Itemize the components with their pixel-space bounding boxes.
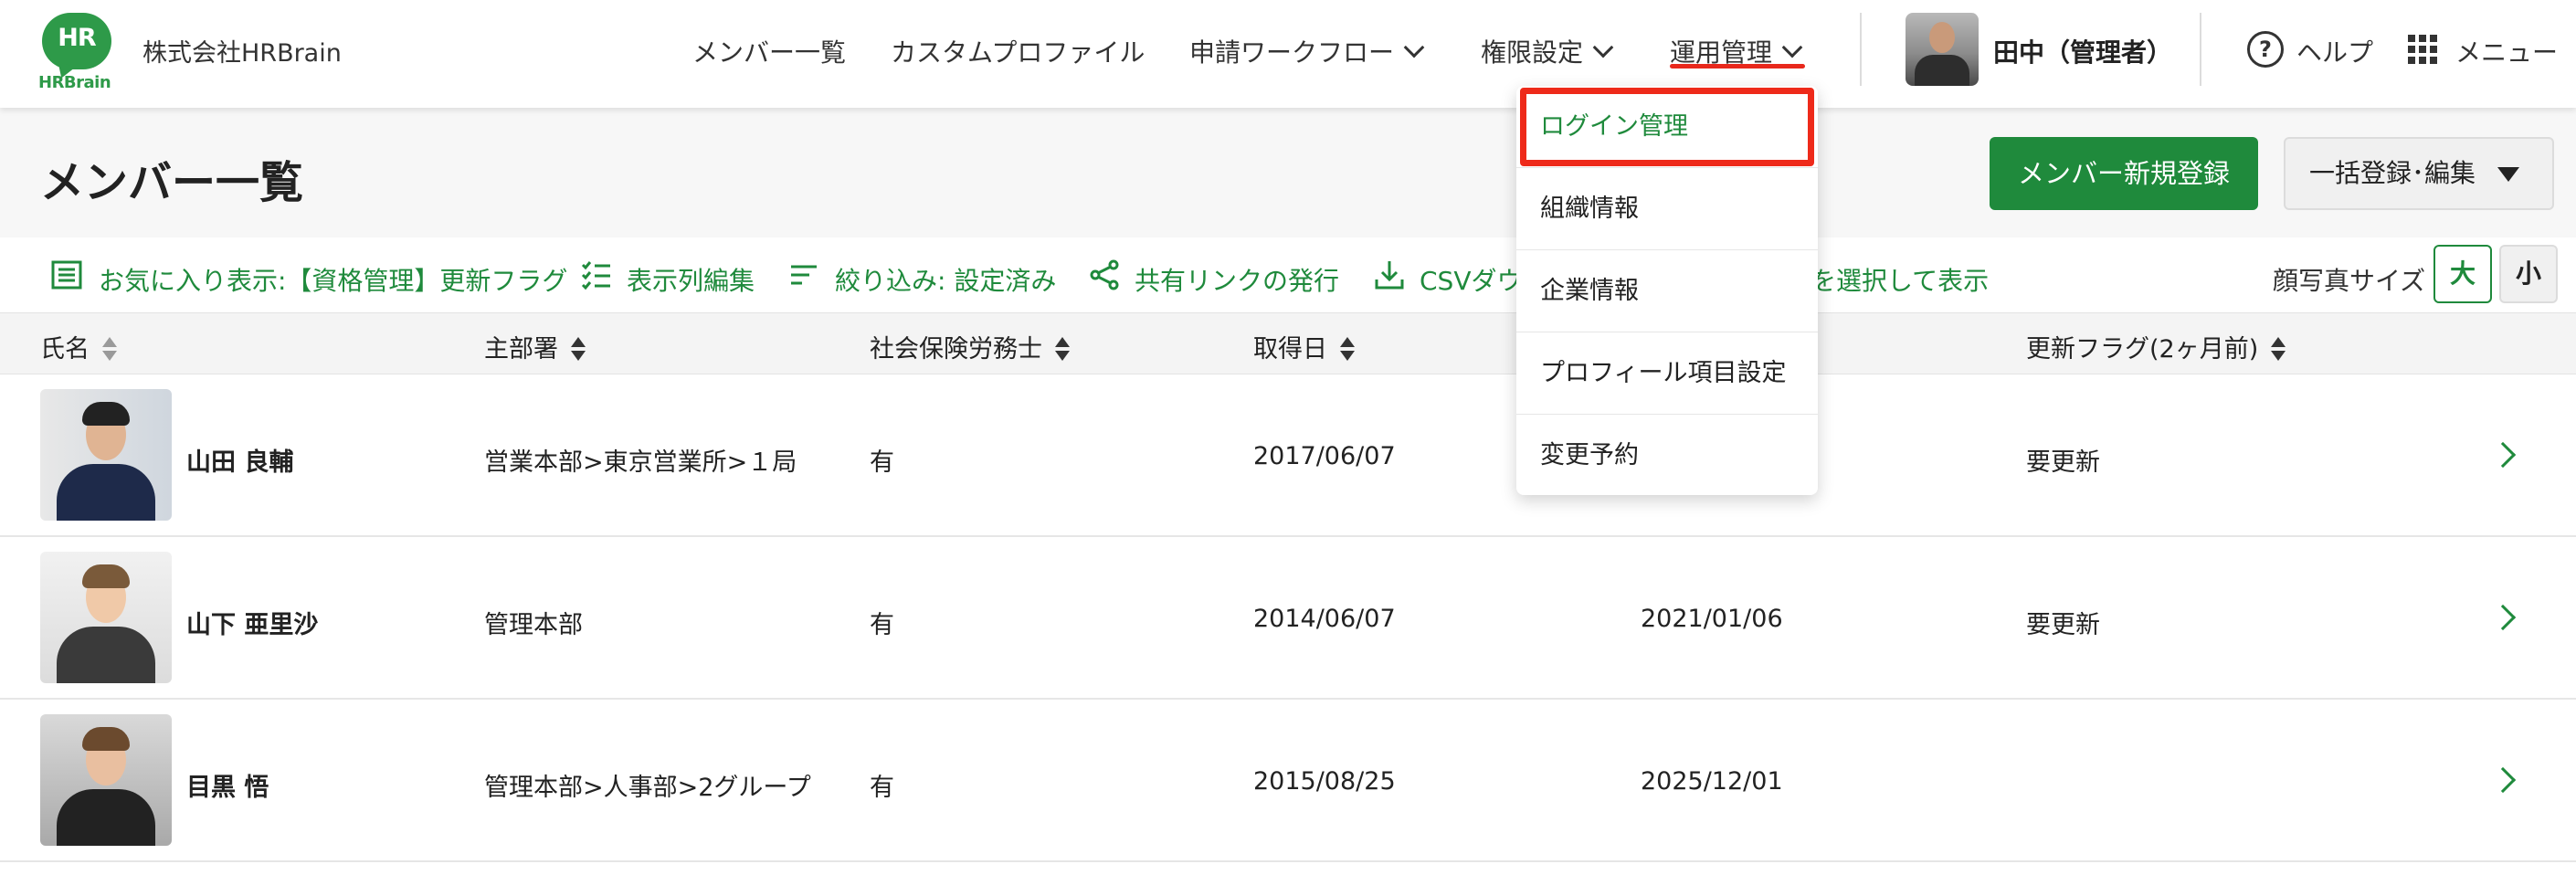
nav-label: カスタムプロファイル (891, 37, 1145, 68)
member-renewal-flag: 要更新 (2026, 448, 2100, 477)
photo-size-large-button[interactable]: 大 (2433, 245, 2492, 303)
nav-label: 申請ワークフロー (1189, 37, 1395, 68)
favorite-view-link[interactable]: お気に入り表示:【資格管理】更新フラグ (99, 261, 567, 298)
photo-suit (57, 789, 155, 846)
nav-custom-profile[interactable]: カスタムプロファイル (891, 33, 1145, 69)
filter-link[interactable]: 絞り込み: 設定済み (835, 261, 1056, 298)
nav-workflow[interactable]: 申請ワークフロー (1189, 33, 1425, 69)
member-name[interactable]: 目黒 悟 (186, 767, 269, 803)
member-department: 営業本部>東京営業所>１局 (484, 448, 797, 477)
share-icon (1090, 259, 1119, 290)
menu-item-profile-settings[interactable]: プロフィール項目設定 (1516, 332, 1818, 415)
caret-down-icon (2497, 167, 2519, 182)
grid-menu-icon[interactable] (2408, 35, 2437, 64)
column-header-department[interactable]: 主部署 (484, 329, 586, 364)
help-icon[interactable]: ? (2247, 31, 2284, 68)
member-qualification: 有 (870, 774, 894, 802)
menu-link[interactable]: メニュー (2455, 33, 2558, 69)
member-acquired-date: 2015/08/25 (1253, 767, 1396, 796)
download-icon (1375, 261, 1404, 290)
column-label: 取得日 (1253, 335, 1327, 364)
column-label: 主部署 (484, 335, 558, 364)
sort-icon (102, 337, 117, 363)
sort-icon (571, 337, 586, 363)
photo-size-small-button[interactable]: 小 (2499, 245, 2558, 303)
menu-item-company-info[interactable]: 企業情報 (1516, 250, 1818, 332)
nav-member-list[interactable]: メンバー一覧 (692, 33, 846, 69)
add-member-button[interactable]: メンバー新規登録 (1990, 137, 2258, 210)
photo-hair (82, 564, 130, 588)
column-label: 更新フラグ(2ヶ月前) (2026, 335, 2259, 364)
photo-suit (57, 464, 155, 521)
chevron-down-icon (1592, 37, 1614, 58)
csv-download-link[interactable]: CSVダウ (1420, 261, 1522, 298)
member-acquired-date: 2014/06/07 (1253, 605, 1396, 633)
member-name[interactable]: 山田 良輔 (186, 442, 293, 478)
top-navigation-bar: HR HRBrain 株式会社HRBrain メンバー一覧 カスタムプロファイル… (0, 0, 2576, 108)
hrbrain-logo[interactable]: HR HRBrain (37, 13, 119, 92)
logo-mark-text: HR (58, 24, 96, 52)
column-header-qualification[interactable]: 社会保険労務士 (870, 329, 1070, 364)
column-label: 氏名 (40, 335, 90, 364)
member-date2: 2021/01/06 (1641, 605, 1783, 633)
header-divider (2200, 13, 2201, 86)
menu-item-organization-info[interactable]: 組織情報 (1516, 168, 1818, 250)
user-name[interactable]: 田中（管理者） (1993, 33, 2172, 69)
menu-item-scheduled-changes[interactable]: 変更予約 (1516, 415, 1818, 497)
avatar-head (1929, 22, 1955, 53)
photo-suit (57, 627, 155, 683)
member-name[interactable]: 山下 亜里沙 (186, 605, 318, 640)
nav-label: 権限設定 (1481, 37, 1584, 68)
member-photo (40, 714, 172, 846)
column-header-name[interactable]: 氏名 (40, 329, 117, 364)
header-divider (1860, 13, 1862, 86)
member-acquired-date: 2017/06/07 (1253, 442, 1396, 470)
chevron-down-icon (1781, 37, 1803, 58)
member-department: 管理本部>人事部>2グループ (484, 774, 811, 802)
bulk-edit-label: 一括登録･編集 (2309, 158, 2476, 188)
member-department: 管理本部 (484, 611, 583, 639)
user-avatar[interactable] (1906, 13, 1979, 86)
member-photo (40, 552, 172, 683)
photo-hair (82, 727, 130, 751)
highlight-box (1520, 88, 1814, 166)
filter-icon (791, 265, 817, 285)
member-qualification: 有 (870, 448, 894, 477)
member-date2: 2025/12/01 (1641, 767, 1783, 796)
select-display-link[interactable]: を選択して表示 (1811, 261, 1989, 298)
bulk-edit-button[interactable]: 一括登録･編集 (2284, 137, 2554, 210)
page-title: メンバー一覧 (40, 157, 304, 208)
list-icon (51, 260, 82, 290)
chevron-down-icon (1403, 37, 1425, 58)
edit-columns-link[interactable]: 表示列編集 (627, 261, 755, 298)
member-qualification: 有 (870, 611, 894, 639)
column-header-acquired-date[interactable]: 取得日 (1253, 329, 1355, 364)
nav-active-underline (1670, 64, 1805, 69)
sort-icon (2271, 337, 2286, 363)
column-header-renewal-flag[interactable]: 更新フラグ(2ヶ月前) (2026, 329, 2286, 364)
help-link[interactable]: ヘルプ (2296, 33, 2373, 69)
member-photo (40, 389, 172, 521)
photo-size-label: 顔写真サイズ (2273, 266, 2426, 296)
checklist-icon (581, 261, 610, 290)
nav-permissions[interactable]: 権限設定 (1481, 33, 1614, 69)
column-label: 社会保険労務士 (870, 335, 1042, 364)
share-link[interactable]: 共有リンクの発行 (1135, 261, 1339, 298)
company-name: 株式会社HRBrain (143, 39, 342, 68)
logo-brand-text: HRBrain (38, 73, 111, 92)
avatar-body (1915, 55, 1969, 86)
photo-hair (82, 402, 130, 426)
nav-label: メンバー一覧 (692, 37, 847, 68)
sort-icon (1055, 337, 1070, 363)
sort-icon (1340, 337, 1355, 363)
member-renewal-flag: 要更新 (2026, 611, 2100, 639)
